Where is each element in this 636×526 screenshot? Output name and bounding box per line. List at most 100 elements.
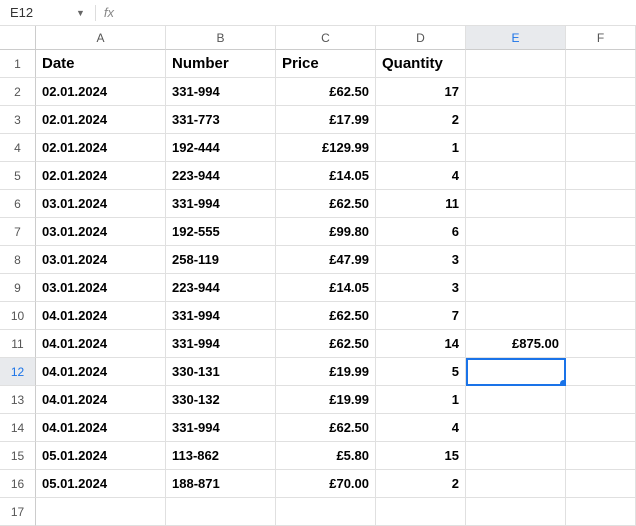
row-header-5[interactable]: 5 [0, 162, 36, 190]
cell-F11[interactable] [566, 330, 636, 358]
row-header-6[interactable]: 6 [0, 190, 36, 218]
cell-E4[interactable] [466, 134, 566, 162]
col-header-D[interactable]: D [376, 26, 466, 50]
cell-B3[interactable]: 331-773 [166, 106, 276, 134]
cell-A3[interactable]: 02.01.2024 [36, 106, 166, 134]
cell-D8[interactable]: 3 [376, 246, 466, 274]
cell-A7[interactable]: 03.01.2024 [36, 218, 166, 246]
cell-C12[interactable]: £19.99 [276, 358, 376, 386]
cell-E16[interactable] [466, 470, 566, 498]
cell-D17[interactable] [376, 498, 466, 526]
cell-D6[interactable]: 11 [376, 190, 466, 218]
cell-D5[interactable]: 4 [376, 162, 466, 190]
cell-F2[interactable] [566, 78, 636, 106]
cell-A6[interactable]: 03.01.2024 [36, 190, 166, 218]
name-box-dropdown-icon[interactable]: ▼ [66, 8, 95, 18]
row-header-3[interactable]: 3 [0, 106, 36, 134]
cell-B15[interactable]: 113-862 [166, 442, 276, 470]
cell-F15[interactable] [566, 442, 636, 470]
cell-E8[interactable] [466, 246, 566, 274]
cell-E1[interactable] [466, 50, 566, 78]
row-header-15[interactable]: 15 [0, 442, 36, 470]
cell-F13[interactable] [566, 386, 636, 414]
row-header-11[interactable]: 11 [0, 330, 36, 358]
cell-D12[interactable]: 5 [376, 358, 466, 386]
cell-F5[interactable] [566, 162, 636, 190]
cell-B6[interactable]: 331-994 [166, 190, 276, 218]
col-header-B[interactable]: B [166, 26, 276, 50]
cell-B4[interactable]: 192-444 [166, 134, 276, 162]
cell-E5[interactable] [466, 162, 566, 190]
row-header-2[interactable]: 2 [0, 78, 36, 106]
cell-A10[interactable]: 04.01.2024 [36, 302, 166, 330]
cell-A13[interactable]: 04.01.2024 [36, 386, 166, 414]
cell-D14[interactable]: 4 [376, 414, 466, 442]
cell-A12[interactable]: 04.01.2024 [36, 358, 166, 386]
cell-F4[interactable] [566, 134, 636, 162]
cell-E11[interactable]: £875.00 [466, 330, 566, 358]
cell-E10[interactable] [466, 302, 566, 330]
cell-F3[interactable] [566, 106, 636, 134]
cell-F6[interactable] [566, 190, 636, 218]
cell-F1[interactable] [566, 50, 636, 78]
cell-E7[interactable] [466, 218, 566, 246]
cell-F12[interactable] [566, 358, 636, 386]
cell-C3[interactable]: £17.99 [276, 106, 376, 134]
cell-C1[interactable]: Price [276, 50, 376, 78]
cell-C5[interactable]: £14.05 [276, 162, 376, 190]
cell-E14[interactable] [466, 414, 566, 442]
cell-A4[interactable]: 02.01.2024 [36, 134, 166, 162]
cell-C15[interactable]: £5.80 [276, 442, 376, 470]
row-header-1[interactable]: 1 [0, 50, 36, 78]
cell-D13[interactable]: 1 [376, 386, 466, 414]
cell-A15[interactable]: 05.01.2024 [36, 442, 166, 470]
col-header-F[interactable]: F [566, 26, 636, 50]
cell-C4[interactable]: £129.99 [276, 134, 376, 162]
col-header-E[interactable]: E [466, 26, 566, 50]
cell-D15[interactable]: 15 [376, 442, 466, 470]
cell-A17[interactable] [36, 498, 166, 526]
col-header-A[interactable]: A [36, 26, 166, 50]
cell-D1[interactable]: Quantity [376, 50, 466, 78]
cell-F14[interactable] [566, 414, 636, 442]
row-header-10[interactable]: 10 [0, 302, 36, 330]
select-all-corner[interactable] [0, 26, 36, 50]
cell-B13[interactable]: 330-132 [166, 386, 276, 414]
cell-B11[interactable]: 331-994 [166, 330, 276, 358]
cell-F9[interactable] [566, 274, 636, 302]
cell-A14[interactable]: 04.01.2024 [36, 414, 166, 442]
cell-C14[interactable]: £62.50 [276, 414, 376, 442]
cell-E12-active[interactable] [466, 358, 566, 386]
cell-A8[interactable]: 03.01.2024 [36, 246, 166, 274]
cell-B10[interactable]: 331-994 [166, 302, 276, 330]
cell-C10[interactable]: £62.50 [276, 302, 376, 330]
cell-B14[interactable]: 331-994 [166, 414, 276, 442]
cell-C2[interactable]: £62.50 [276, 78, 376, 106]
cell-C11[interactable]: £62.50 [276, 330, 376, 358]
cell-E17[interactable] [466, 498, 566, 526]
formula-bar-input[interactable] [114, 11, 636, 15]
row-header-4[interactable]: 4 [0, 134, 36, 162]
col-header-C[interactable]: C [276, 26, 376, 50]
row-header-14[interactable]: 14 [0, 414, 36, 442]
cell-D7[interactable]: 6 [376, 218, 466, 246]
cell-B2[interactable]: 331-994 [166, 78, 276, 106]
cell-F10[interactable] [566, 302, 636, 330]
row-header-13[interactable]: 13 [0, 386, 36, 414]
cell-C13[interactable]: £19.99 [276, 386, 376, 414]
cell-E2[interactable] [466, 78, 566, 106]
cell-D3[interactable]: 2 [376, 106, 466, 134]
row-header-8[interactable]: 8 [0, 246, 36, 274]
cell-F17[interactable] [566, 498, 636, 526]
cell-A11[interactable]: 04.01.2024 [36, 330, 166, 358]
cell-E6[interactable] [466, 190, 566, 218]
cell-F8[interactable] [566, 246, 636, 274]
cell-B1[interactable]: Number [166, 50, 276, 78]
cell-E13[interactable] [466, 386, 566, 414]
cell-C8[interactable]: £47.99 [276, 246, 376, 274]
cell-B5[interactable]: 223-944 [166, 162, 276, 190]
cell-B16[interactable]: 188-871 [166, 470, 276, 498]
cell-E9[interactable] [466, 274, 566, 302]
cell-F7[interactable] [566, 218, 636, 246]
cell-B8[interactable]: 258-119 [166, 246, 276, 274]
